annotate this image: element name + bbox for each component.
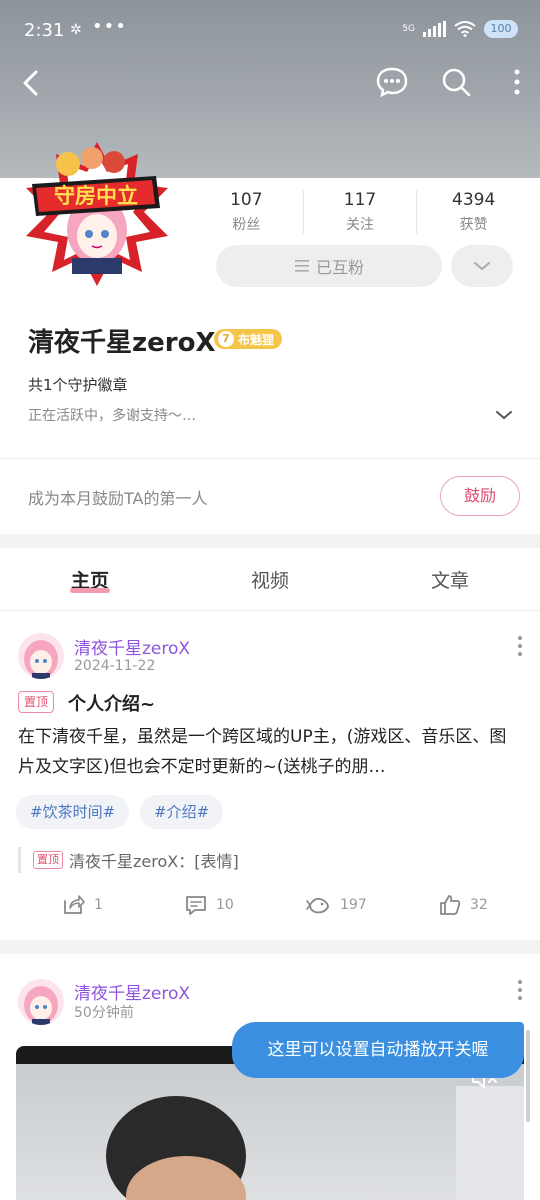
share-count: 1: [94, 897, 103, 913]
tab-articles[interactable]: 文章: [360, 548, 540, 610]
search-button[interactable]: [438, 64, 474, 100]
post-author-avatar[interactable]: [18, 979, 64, 1025]
hashtag-chip[interactable]: #饮茶时间#: [16, 795, 130, 829]
mutual-follow-label: 已互粉: [315, 258, 364, 277]
chevron-down-icon: [496, 411, 512, 420]
battery-icon: 100: [484, 20, 518, 38]
post-author-avatar[interactable]: [18, 633, 64, 679]
post-author-name[interactable]: 清夜千星zeroX: [74, 634, 190, 659]
profile-signature: 正在活跃中，多谢支持～…: [28, 408, 196, 424]
menu-lines-icon: [294, 260, 309, 272]
encourage-text: 成为本月鼓励TA的第一人: [28, 489, 208, 508]
guard-badges-text[interactable]: 共1个守护徽章: [28, 374, 128, 395]
fish-count: 197: [340, 897, 367, 913]
autoplay-tooltip[interactable]: 这里可以设置自动播放开关喔: [232, 1022, 524, 1078]
pinned-tag: 置顶: [18, 691, 55, 713]
notification-icon: ✲: [70, 22, 82, 38]
top-navigation: [0, 58, 540, 108]
expand-recommend-button[interactable]: [451, 245, 513, 287]
avatar-image: 守房中立: [26, 142, 168, 286]
section-gap: [0, 940, 540, 954]
like-button[interactable]: 32: [438, 893, 488, 917]
tab-videos[interactable]: 视频: [180, 548, 360, 610]
chat-bubble-icon: [376, 67, 408, 98]
network-type: 5G: [402, 24, 415, 34]
comment-icon: [186, 896, 206, 915]
profile-tabs: 主页 视频 文章: [0, 548, 540, 610]
more-options-button[interactable]: [499, 64, 535, 100]
hashtag-chip[interactable]: #介绍#: [140, 795, 224, 829]
expand-profile-button[interactable]: [495, 406, 513, 425]
stat-label: 粉丝: [232, 217, 261, 233]
profile-name: 清夜千星zeroX: [28, 328, 216, 358]
stat-label: 获赞: [459, 217, 488, 233]
level-title: 布魅狸: [238, 332, 275, 347]
pinned-tag: 置顶: [33, 851, 63, 869]
encourage-button[interactable]: 鼓励: [440, 476, 520, 516]
section-gap: [0, 534, 540, 548]
tab-label: 视频: [250, 570, 289, 592]
tab-home[interactable]: 主页: [0, 548, 180, 610]
more-notifications-icon: •••: [92, 16, 127, 37]
stat-label: 关注: [346, 217, 374, 233]
divider: [0, 610, 540, 611]
share-icon: [64, 895, 85, 914]
back-arrow-icon: [23, 70, 38, 96]
divider: [0, 458, 540, 459]
fish-button[interactable]: 197: [306, 893, 367, 917]
level-number: 7: [218, 331, 234, 347]
wifi-icon: [454, 21, 476, 37]
back-button[interactable]: [16, 64, 46, 102]
profile-stats: 107 粉丝 117 关注 4394 获赞: [190, 190, 530, 234]
post-author-name[interactable]: 清夜千星zeroX: [74, 979, 190, 1004]
mutual-follow-button[interactable]: 已互粉: [216, 245, 442, 287]
scrollbar[interactable]: [526, 1030, 530, 1122]
pinned-comment-text: 清夜千星zeroX：[表情]: [69, 852, 239, 871]
tab-active-indicator: [70, 588, 110, 593]
more-vertical-icon: [518, 636, 522, 656]
avatar-banner-text: 守房中立: [54, 184, 138, 208]
fish-icon: [306, 897, 329, 914]
chevron-down-icon: [474, 262, 490, 271]
avatar-image: [24, 640, 58, 679]
post-title[interactable]: 个人介绍~: [68, 690, 155, 716]
stat-value: 4394: [452, 190, 496, 210]
post-time: 50分钟前: [74, 1005, 134, 1021]
stat-value: 107: [230, 190, 263, 210]
post-time: 2024-11-22: [74, 658, 156, 674]
avatar-image: [24, 986, 58, 1025]
stat-value: 117: [343, 190, 377, 210]
status-time: 2:31: [24, 20, 65, 41]
pinned-comment[interactable]: 置顶 清夜千星zeroX：[表情]: [18, 847, 239, 873]
post-more-button[interactable]: [510, 632, 530, 662]
thumbs-up-icon: [440, 895, 461, 915]
message-button[interactable]: [374, 64, 410, 100]
like-count: 32: [470, 897, 488, 913]
more-vertical-icon: [518, 980, 522, 1000]
tab-label: 文章: [430, 570, 469, 592]
stat-followers[interactable]: 107 粉丝: [190, 190, 304, 234]
stat-likes[interactable]: 4394 获赞: [417, 190, 530, 234]
stat-following[interactable]: 117 关注: [304, 190, 418, 234]
post-more-button[interactable]: [510, 976, 530, 1006]
signal-icon: [423, 21, 446, 37]
post-body[interactable]: 在下清夜千星，虽然是一个跨区域的UP主，(游戏区、音乐区、图片及文字区)但也会不…: [18, 722, 518, 782]
level-badge[interactable]: 7 布魅狸: [214, 329, 283, 349]
comment-count: 10: [216, 897, 234, 913]
share-button[interactable]: 1: [62, 893, 103, 917]
comment-button[interactable]: 10: [184, 893, 234, 917]
more-vertical-icon: [514, 69, 520, 95]
status-bar: 2:31 ✲ ••• 5G 100: [0, 0, 540, 60]
profile-avatar[interactable]: 守房中立: [22, 138, 172, 288]
search-icon: [442, 68, 471, 97]
